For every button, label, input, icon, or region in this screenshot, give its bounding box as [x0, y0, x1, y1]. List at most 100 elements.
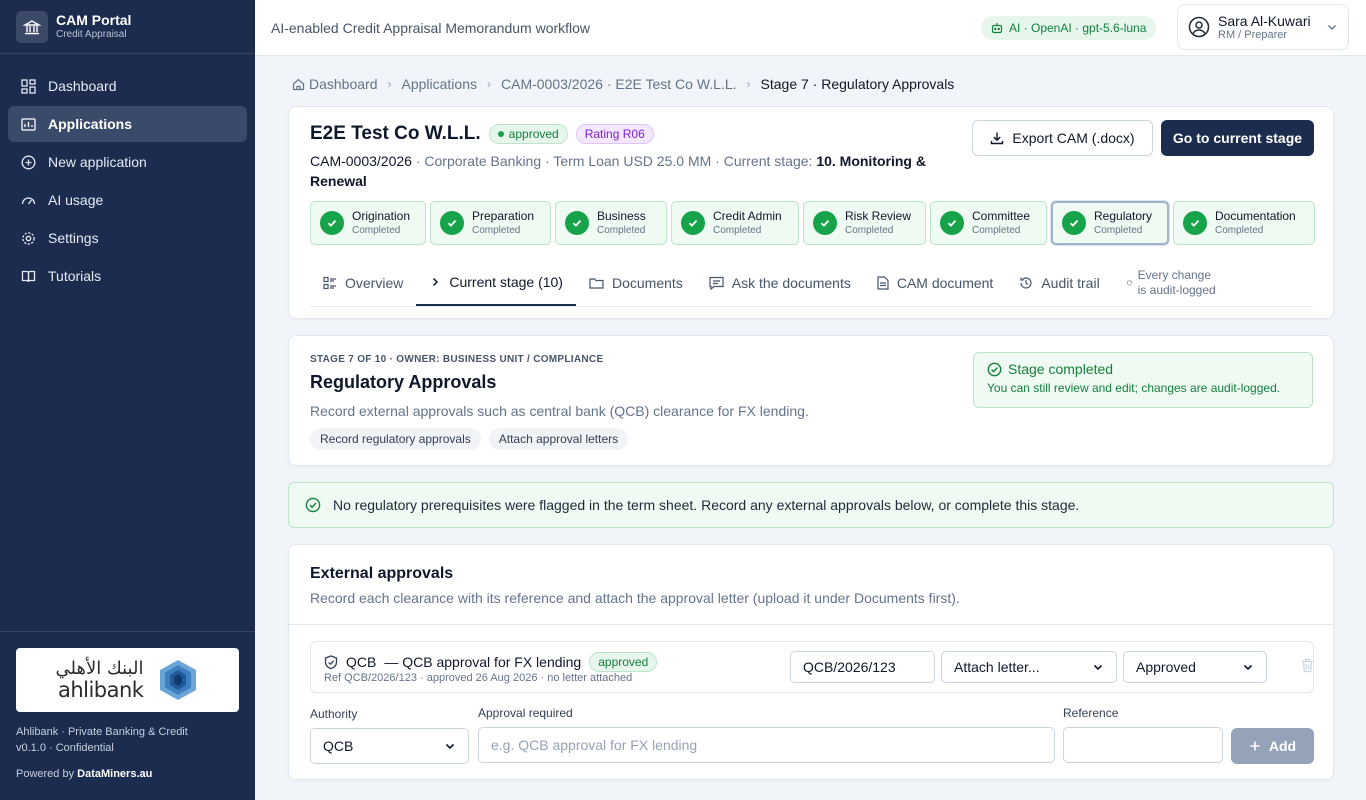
- user-menu[interactable]: Sara Al-Kuwari RM / Preparer: [1177, 4, 1349, 50]
- divider: [289, 624, 1333, 625]
- external-approvals-subtitle: Record each clearance with its reference…: [310, 590, 960, 606]
- sidebar-item-applications[interactable]: Applications: [8, 106, 247, 142]
- plus-circle-icon: [20, 154, 36, 170]
- applications-icon: [20, 116, 36, 132]
- stage-completed-subtitle: You can still review and edit; changes a…: [987, 381, 1281, 395]
- stage-status: Completed: [972, 225, 1021, 236]
- approval-status-badge: approved: [589, 652, 658, 672]
- sidebar-item-label: Settings: [48, 230, 99, 246]
- stage-committee[interactable]: Committee Completed: [930, 201, 1047, 245]
- tab-label: Ask the documents: [731, 274, 851, 291]
- top-bar: AI-enabled Credit Appraisal Memorandum w…: [255, 0, 1366, 56]
- breadcrumb-application[interactable]: CAM-0003/2026 · E2E Test Co W.L.L.: [501, 76, 737, 92]
- book-icon: [20, 268, 36, 284]
- sidebar-item-ai-usage[interactable]: AI usage: [8, 182, 247, 218]
- task-chip: Attach approval letters: [488, 428, 629, 450]
- chevron-down-icon: [445, 743, 455, 750]
- home-icon: [292, 78, 305, 90]
- chevron-right-icon: ›: [746, 77, 751, 91]
- user-role: RM / Preparer: [1218, 28, 1288, 41]
- breadcrumb-dashboard[interactable]: Dashboard: [309, 76, 378, 92]
- export-cam-label: Export CAM (.docx): [1012, 130, 1135, 146]
- sidebar-item-new-application[interactable]: New application: [8, 144, 247, 180]
- download-icon: [991, 132, 1004, 145]
- delete-icon[interactable]: [1301, 658, 1314, 673]
- application-title-row: E2E Test Co W.L.L. approved Rating R06: [310, 123, 654, 145]
- bank-logo-english: ahlibank: [57, 678, 144, 702]
- stage-name: Documentation: [1215, 209, 1296, 223]
- gauge-icon: [20, 192, 36, 208]
- tab-current-stage[interactable]: Current stage (10): [416, 259, 576, 306]
- add-approval-label: Add: [1268, 738, 1297, 754]
- powered-by-prefix: Powered by: [16, 768, 75, 780]
- tab-ask-documents[interactable]: Ask the documents: [696, 259, 864, 306]
- approval-reference-input[interactable]: QCB/2026/123: [790, 651, 935, 683]
- stage-business[interactable]: Business Completed: [555, 201, 667, 245]
- shield-check-icon: [324, 654, 338, 669]
- stage-preparation[interactable]: Preparation Completed: [430, 201, 551, 245]
- breadcrumb-applications[interactable]: Applications: [402, 76, 478, 92]
- application-meta-text: · Corporate Banking · Term Loan USD 25.0…: [411, 153, 817, 169]
- approval-required-label: Approval required: [478, 706, 573, 720]
- check-icon: [440, 211, 464, 235]
- powered-by: Powered by DataMiners.au: [16, 768, 239, 780]
- brand: CAM Portal Credit Appraisal: [0, 0, 255, 54]
- stage-title: Regulatory Approvals: [310, 372, 497, 392]
- tab-overview[interactable]: Overview: [310, 259, 416, 306]
- rating-badge: Rating R06: [575, 124, 654, 144]
- stage-status: Completed: [597, 225, 646, 236]
- approval-status-select[interactable]: Approved: [1123, 651, 1267, 683]
- stage-regulatory[interactable]: Regulatory Completed: [1051, 201, 1169, 245]
- check-circle-icon: [305, 497, 321, 513]
- plus-icon: [1250, 741, 1260, 751]
- approval-authority: QCB: [346, 654, 377, 670]
- alert-text: No regulatory prerequisites were flagged…: [333, 497, 1080, 513]
- reference-input[interactable]: [1063, 727, 1223, 763]
- stage-status: Completed: [845, 225, 894, 236]
- stage-documentation[interactable]: Documentation Completed: [1173, 201, 1315, 245]
- breadcrumb: Dashboard › Applications › CAM-0003/2026…: [292, 76, 954, 92]
- sidebar-nav: Dashboard Applications New application A…: [0, 54, 255, 294]
- stage-task-chips: Record regulatory approvals Attach appro…: [310, 428, 629, 450]
- tab-documents[interactable]: Documents: [576, 259, 696, 306]
- check-icon: [1183, 211, 1207, 235]
- tab-label: CAM document: [896, 274, 994, 291]
- stage-origination[interactable]: Origination Completed: [310, 201, 426, 245]
- status-badge-label: approved: [508, 127, 559, 141]
- history-icon: [1020, 276, 1032, 289]
- authority-select[interactable]: QCB: [310, 728, 469, 764]
- export-cam-button[interactable]: Export CAM (.docx): [972, 120, 1153, 156]
- stage-status: Completed: [352, 225, 401, 236]
- approval-required-input[interactable]: e.g. QCB approval for FX lending: [478, 727, 1055, 763]
- sidebar-item-label: Dashboard: [48, 78, 117, 94]
- sidebar-item-dashboard[interactable]: Dashboard: [8, 68, 247, 104]
- stage-name: Committee: [972, 209, 1031, 223]
- chevron-down-icon: [1093, 664, 1103, 671]
- document-icon: [877, 275, 889, 290]
- stage-name: Preparation: [472, 209, 535, 223]
- sidebar-item-label: New application: [48, 154, 147, 170]
- sidebar-item-settings[interactable]: Settings: [8, 220, 247, 256]
- stage-name: Regulatory: [1094, 209, 1153, 223]
- authority-label: Authority: [310, 707, 358, 721]
- go-to-current-stage-button[interactable]: Go to current stage: [1161, 120, 1314, 156]
- tab-audit-trail[interactable]: Audit trail: [1006, 259, 1112, 306]
- tab-cam-document[interactable]: CAM document: [864, 259, 1006, 306]
- reference-label: Reference: [1063, 706, 1119, 720]
- folder-icon: [589, 277, 604, 289]
- brand-title: CAM Portal: [56, 12, 132, 28]
- add-approval-button[interactable]: Add: [1231, 728, 1314, 764]
- check-icon: [813, 211, 837, 235]
- stage-risk-review[interactable]: Risk Review Completed: [803, 201, 926, 245]
- stage-name: Risk Review: [845, 209, 912, 223]
- dashboard-icon: [20, 78, 36, 94]
- powered-by-link[interactable]: DataMiners.au: [77, 768, 152, 780]
- stage-status: Completed: [472, 225, 521, 236]
- sidebar-item-tutorials[interactable]: Tutorials: [8, 258, 247, 294]
- tab-label: Overview: [345, 274, 404, 291]
- attach-letter-select[interactable]: Attach letter...: [941, 651, 1117, 683]
- sidebar-item-label: Applications: [48, 116, 133, 132]
- chevron-right-icon: [433, 277, 439, 286]
- stage-name: Business: [597, 209, 646, 223]
- stage-credit-admin[interactable]: Credit Admin Completed: [671, 201, 799, 245]
